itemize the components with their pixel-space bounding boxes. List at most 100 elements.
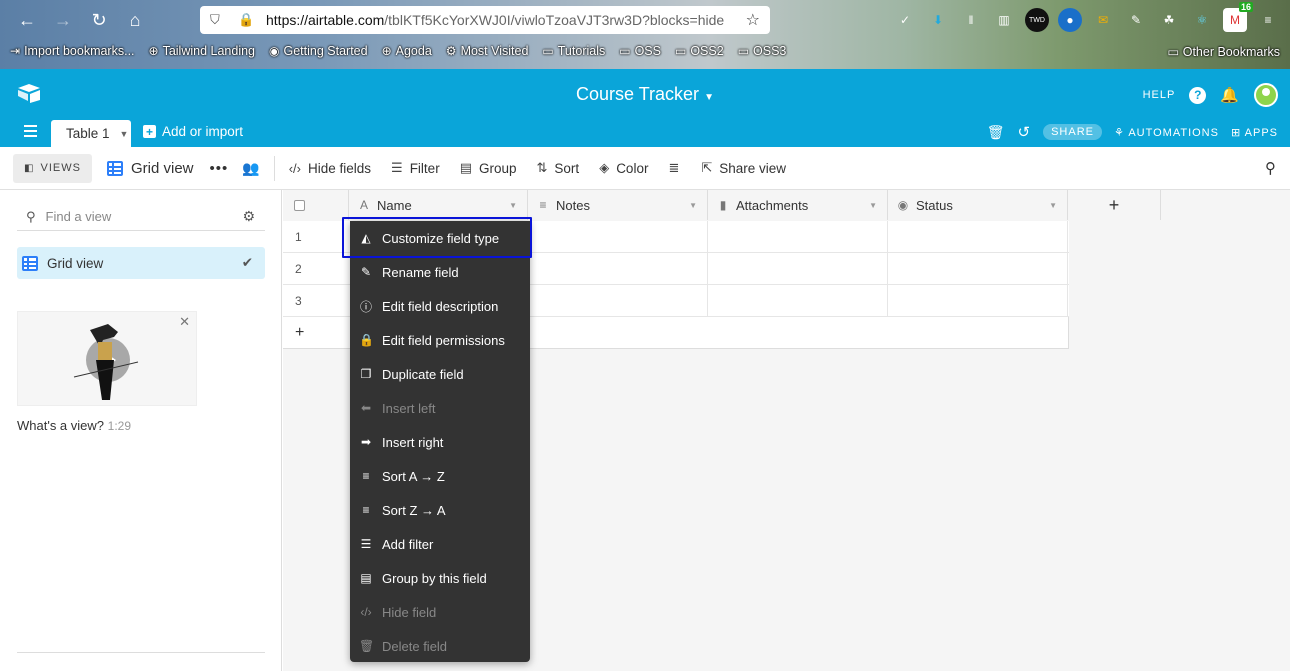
color-button[interactable]: ◈ Color (599, 160, 648, 176)
sidebar-item-grid-view[interactable]: Grid view ✔ (17, 247, 265, 279)
avatar[interactable] (1254, 83, 1278, 107)
menu-item-add-filter[interactable]: ☰ Add filter (350, 527, 530, 561)
chevron-down-icon[interactable]: ▼ (509, 201, 517, 210)
menu-item-sort-z-a[interactable]: ≡ Sort Z → A (350, 493, 530, 527)
mail-extension-icon[interactable]: ✉ (1091, 8, 1115, 32)
chevron-down-icon[interactable]: ▼ (1049, 201, 1057, 210)
bookmark-item[interactable]: ⊕ Tailwind Landing (149, 44, 256, 58)
bell-icon[interactable]: 🔔 (1220, 86, 1240, 104)
sort-button[interactable]: ⇅ Sort (537, 160, 580, 176)
menu-item-group-by-field[interactable]: ▤ Group by this field (350, 561, 530, 595)
home-icon[interactable]: ⌂ (120, 6, 150, 34)
column-header-label: Attachments (736, 197, 809, 213)
group-button[interactable]: ▤ Group (460, 160, 517, 176)
status-cell[interactable] (888, 285, 1068, 317)
notes-cell[interactable] (528, 253, 708, 285)
base-title[interactable]: Course Tracker ▼ (0, 84, 1290, 105)
video-caption[interactable]: What's a view? 1:29 (17, 418, 131, 433)
bookmark-item[interactable]: ◉ Getting Started (269, 44, 368, 58)
back-icon[interactable]: ← (12, 6, 42, 34)
bookmark-item[interactable]: ⇥ Import bookmarks... (10, 44, 135, 58)
views-toggle-button[interactable]: ◧ VIEWS (13, 153, 92, 183)
search-icon[interactable]: ⚲ (1265, 159, 1276, 177)
globe-extension-icon[interactable]: ● (1058, 8, 1082, 32)
bookmark-folder[interactable]: ▭ Tutorials (542, 44, 605, 58)
collaborators-icon[interactable]: 👥 (242, 160, 259, 177)
tutorial-video-card[interactable]: ✕ (17, 311, 197, 406)
menu-item-insert-right[interactable]: ➡ Insert right (350, 425, 530, 459)
lock-icon[interactable]: 🔒 (238, 12, 256, 28)
hide-icon: ‹/› (288, 160, 301, 176)
filter-button[interactable]: ☰ Filter (391, 160, 440, 176)
select-all-cell (283, 190, 349, 220)
trash-icon[interactable]: 🗑 (987, 124, 1006, 141)
automations-button[interactable]: ⚘ AUTOMATIONS (1114, 126, 1219, 139)
column-header-name[interactable]: A Name ▼ (349, 190, 528, 220)
chevron-down-icon[interactable]: ▼ (689, 201, 697, 210)
url-bar[interactable]: ⛉ 🔒 https://airtable.com/tblKTf5KcYorXWJ… (200, 6, 770, 34)
sidebar-icon[interactable]: ▥ (992, 8, 1016, 32)
bookmark-folder[interactable]: ▭ OSS3 (738, 44, 787, 58)
share-view-button[interactable]: ⇱ Share view (701, 160, 786, 176)
chevron-down-icon[interactable]: ▼ (120, 129, 129, 139)
forward-icon[interactable]: → (48, 6, 78, 34)
menu-item-customize-field-type[interactable]: ◭ Customize field type (350, 221, 530, 255)
reload-icon[interactable]: ↻ (84, 6, 114, 34)
twd-extension-icon[interactable]: TWD (1025, 8, 1049, 32)
share-button[interactable]: SHARE (1043, 124, 1102, 140)
library-icon[interactable]: ‖ (959, 8, 983, 32)
notes-cell[interactable] (528, 285, 708, 317)
shapes-icon: ◭ (361, 231, 371, 245)
other-bookmarks[interactable]: ▭ Other Bookmarks (1167, 44, 1280, 59)
bookmark-folder[interactable]: ▭ OSS (619, 44, 661, 58)
chevron-down-icon[interactable]: ▼ (869, 201, 877, 210)
menu-item-edit-field-description[interactable]: ⓘ Edit field description (350, 289, 530, 323)
react-devtools-icon[interactable]: ⚛ (1190, 8, 1214, 32)
shield-icon[interactable]: ⛉ (210, 12, 228, 28)
help-icon[interactable]: ? (1189, 86, 1207, 104)
paw-extension-icon[interactable]: ☘ (1157, 8, 1181, 32)
hamburger-menu-icon[interactable] (24, 125, 37, 137)
tab-table-1[interactable]: Table 1 ▼ (51, 120, 131, 147)
attachments-cell[interactable] (708, 285, 888, 317)
extension-icons: ✓ ⬇ ‖ ▥ TWD ● ✉ ✎ ☘ ⚛ M 16 ≡ (893, 2, 1280, 32)
attachments-cell[interactable] (708, 253, 888, 285)
gear-icon[interactable]: ⚙ (242, 208, 255, 225)
current-view-name[interactable]: Grid view (107, 160, 194, 177)
gmail-extension-icon[interactable]: M 16 (1223, 2, 1253, 32)
close-icon[interactable]: ✕ (179, 314, 190, 330)
column-header-attachments[interactable]: ▮ Attachments ▼ (708, 190, 888, 220)
tutorial-video-thumbnail[interactable] (18, 312, 198, 407)
menu-icon[interactable]: ≡ (1256, 8, 1280, 32)
badge-count: 16 (1238, 2, 1253, 12)
more-options-icon[interactable]: ••• (210, 160, 229, 177)
menu-item-rename-field[interactable]: ✎ Rename field (350, 255, 530, 289)
column-header-status[interactable]: ◉ Status ▼ (888, 190, 1068, 220)
history-icon[interactable]: ↺ (1018, 123, 1032, 141)
notes-cell[interactable] (528, 221, 708, 253)
menu-item-edit-field-permissions[interactable]: 🔒 Edit field permissions (350, 323, 530, 357)
download-icon[interactable]: ⬇ (926, 8, 950, 32)
column-header-notes[interactable]: ≡ Notes ▼ (528, 190, 708, 220)
bookmark-item[interactable]: ⚙ Most Visited (446, 44, 529, 58)
status-cell[interactable] (888, 253, 1068, 285)
pocket-icon[interactable]: ✓ (893, 8, 917, 32)
menu-item-sort-a-z[interactable]: ≡ Sort A → Z (350, 459, 530, 493)
find-view-input[interactable]: ⚲ Find a view ⚙ (17, 203, 265, 231)
add-or-import-button[interactable]: + Add or import (143, 124, 243, 139)
hide-fields-button[interactable]: ‹/› Hide fields (289, 161, 371, 176)
attachments-cell[interactable] (708, 221, 888, 253)
long-text-icon: ≡ (539, 198, 547, 212)
row-height-button[interactable]: ≣ (668, 160, 679, 176)
select-all-checkbox[interactable] (294, 199, 305, 211)
menu-item-duplicate-field[interactable]: ❐ Duplicate field (350, 357, 530, 391)
bookmark-folder[interactable]: ▭ OSS2 (675, 44, 724, 58)
notes-extension-icon[interactable]: ✎ (1124, 8, 1148, 32)
bookmark-star-icon[interactable]: ☆ (746, 10, 760, 30)
pencil-icon: ✎ (360, 265, 372, 279)
status-cell[interactable] (888, 221, 1068, 253)
apps-button[interactable]: ⊞ APPS (1231, 126, 1278, 139)
bookmark-item[interactable]: ⊕ Agoda (382, 44, 432, 58)
add-field-button[interactable]: + (1068, 190, 1161, 220)
help-link[interactable]: HELP (1143, 89, 1176, 101)
